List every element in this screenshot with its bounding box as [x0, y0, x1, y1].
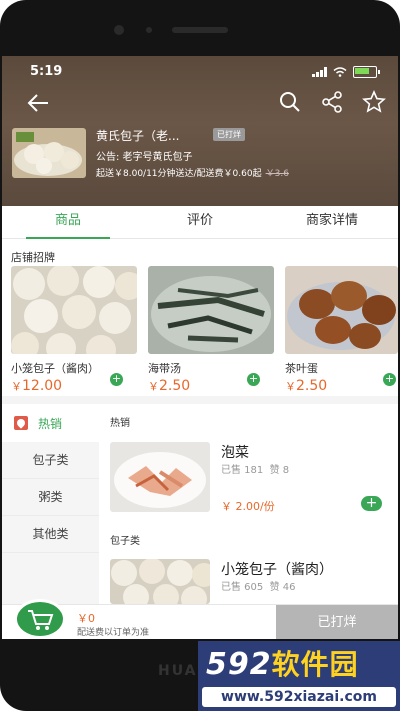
- store-tabs: 商品 评价 商家详情: [2, 206, 398, 239]
- currency-symbol: ￥: [11, 380, 22, 393]
- watermark-logo: 592软件园: [206, 643, 359, 683]
- sidebar-item-baozi[interactable]: 包子类: [2, 442, 99, 479]
- category-sidebar: 热销 包子类 粥类 其他类: [2, 404, 99, 604]
- watermark-logo-text: 软件园: [271, 648, 359, 681]
- store-logo-image: [12, 128, 86, 178]
- earpiece-speaker: [172, 27, 228, 33]
- front-camera: [114, 25, 124, 35]
- tab-store-details[interactable]: 商家详情: [266, 206, 398, 238]
- delivery-info: 起送￥8.00/11分钟送达/配送费￥0.60起 ￥3.6: [96, 166, 289, 179]
- add-to-cart-button[interactable]: +: [383, 373, 396, 386]
- product-sales: 已售 181 赞 8: [221, 461, 289, 476]
- cart-total: ￥0: [77, 612, 95, 625]
- sidebar-item-others[interactable]: 其他类: [2, 516, 99, 553]
- recommend-item[interactable]: 茶叶蛋 ￥2.50 +: [285, 266, 398, 396]
- back-arrow-icon[interactable]: [26, 92, 50, 114]
- sidebar-item-hot[interactable]: 热销: [2, 404, 99, 442]
- wifi-icon: [333, 67, 347, 77]
- like-count: 赞 46: [269, 582, 296, 593]
- list-category-title: 热销: [110, 418, 130, 429]
- cart-button[interactable]: [14, 599, 66, 639]
- product-image[interactable]: [110, 559, 210, 604]
- currency-symbol: ￥: [148, 380, 159, 393]
- product-name: 小笼包子（酱肉）: [221, 562, 333, 578]
- sold-count: 已售 605: [221, 582, 264, 593]
- shopping-cart-icon: [28, 610, 54, 630]
- phone-top-bezel: [0, 0, 400, 56]
- battery-icon: [353, 66, 377, 78]
- original-delivery-fee: ￥3.6: [265, 169, 289, 179]
- add-to-cart-button[interactable]: +: [110, 373, 123, 386]
- add-to-cart-button[interactable]: +: [361, 496, 382, 511]
- hot-flame-icon: [14, 416, 28, 430]
- status-time: 5:19: [30, 64, 63, 79]
- sold-count: 已售 181: [221, 465, 264, 476]
- status-icons: [312, 66, 380, 78]
- price-value: 2.50: [296, 378, 328, 394]
- section-divider: [2, 396, 398, 404]
- watermark-url: www.592xiazai.com: [202, 687, 396, 707]
- search-icon[interactable]: [278, 90, 302, 114]
- site-watermark: 592软件园 www.592xiazai.com: [198, 641, 400, 711]
- watermark-logo-number: 592: [206, 647, 272, 682]
- store-header: 5:19 黄氏包子（老... 已打烊 公告: 老字号黄氏包子 起送￥8.00/1…: [2, 56, 398, 206]
- tab-goods[interactable]: 商品: [2, 206, 134, 239]
- favorite-star-icon[interactable]: [362, 90, 386, 114]
- sensor: [146, 27, 152, 33]
- phone-frame: 5:19 黄氏包子（老... 已打烊 公告: 老字号黄氏包子 起送￥8.00/1…: [0, 0, 400, 711]
- recommend-item[interactable]: 海带汤 ￥2.50 +: [148, 266, 274, 396]
- device-brand-label: HUA: [158, 663, 198, 679]
- product-image[interactable]: [110, 442, 210, 512]
- store-notice: 公告: 老字号黄氏包子: [96, 152, 193, 163]
- product-sales: 已售 605 赞 46: [221, 578, 296, 593]
- delivery-text: 起送￥8.00/11分钟送达/配送费￥0.60起: [96, 169, 262, 179]
- share-icon[interactable]: [320, 90, 344, 114]
- dish-name: 茶叶蛋: [285, 362, 318, 375]
- product-name: 泡菜: [221, 445, 249, 461]
- like-count: 赞 8: [269, 465, 290, 476]
- store-status-badge: 已打烊: [213, 128, 245, 141]
- dish-image: [148, 266, 274, 354]
- sidebar-item-label: 热销: [38, 416, 63, 431]
- product-price: ￥ 2.00/份: [221, 500, 275, 513]
- list-category-title: 包子类: [110, 536, 140, 547]
- delivery-fee-note: 配送费以订单为准: [77, 628, 150, 638]
- recommend-item[interactable]: 小笼包子（酱肉） ￥12.00 +: [11, 266, 137, 396]
- tab-reviews[interactable]: 评价: [134, 206, 266, 238]
- price-value: 12.00: [22, 378, 63, 394]
- dish-image: [285, 266, 398, 354]
- sidebar-item-porridge[interactable]: 粥类: [2, 479, 99, 516]
- price-value: 2.50: [159, 378, 191, 394]
- dish-price: ￥2.50: [285, 378, 398, 394]
- checkout-button[interactable]: 已打烊: [276, 605, 398, 639]
- dish-image: [11, 266, 137, 354]
- signal-icon: [312, 67, 327, 77]
- add-to-cart-button[interactable]: +: [247, 373, 260, 386]
- cart-bar: ￥0 配送费以订单为准 已打烊: [2, 599, 398, 639]
- battery-tip: [378, 70, 380, 74]
- store-name: 黄氏包子（老...: [96, 129, 180, 143]
- currency-symbol: ￥: [285, 380, 296, 393]
- app-screen: 5:19 黄氏包子（老... 已打烊 公告: 老字号黄氏包子 起送￥8.00/1…: [2, 56, 398, 639]
- recommend-section-title: 店铺招牌: [11, 251, 55, 264]
